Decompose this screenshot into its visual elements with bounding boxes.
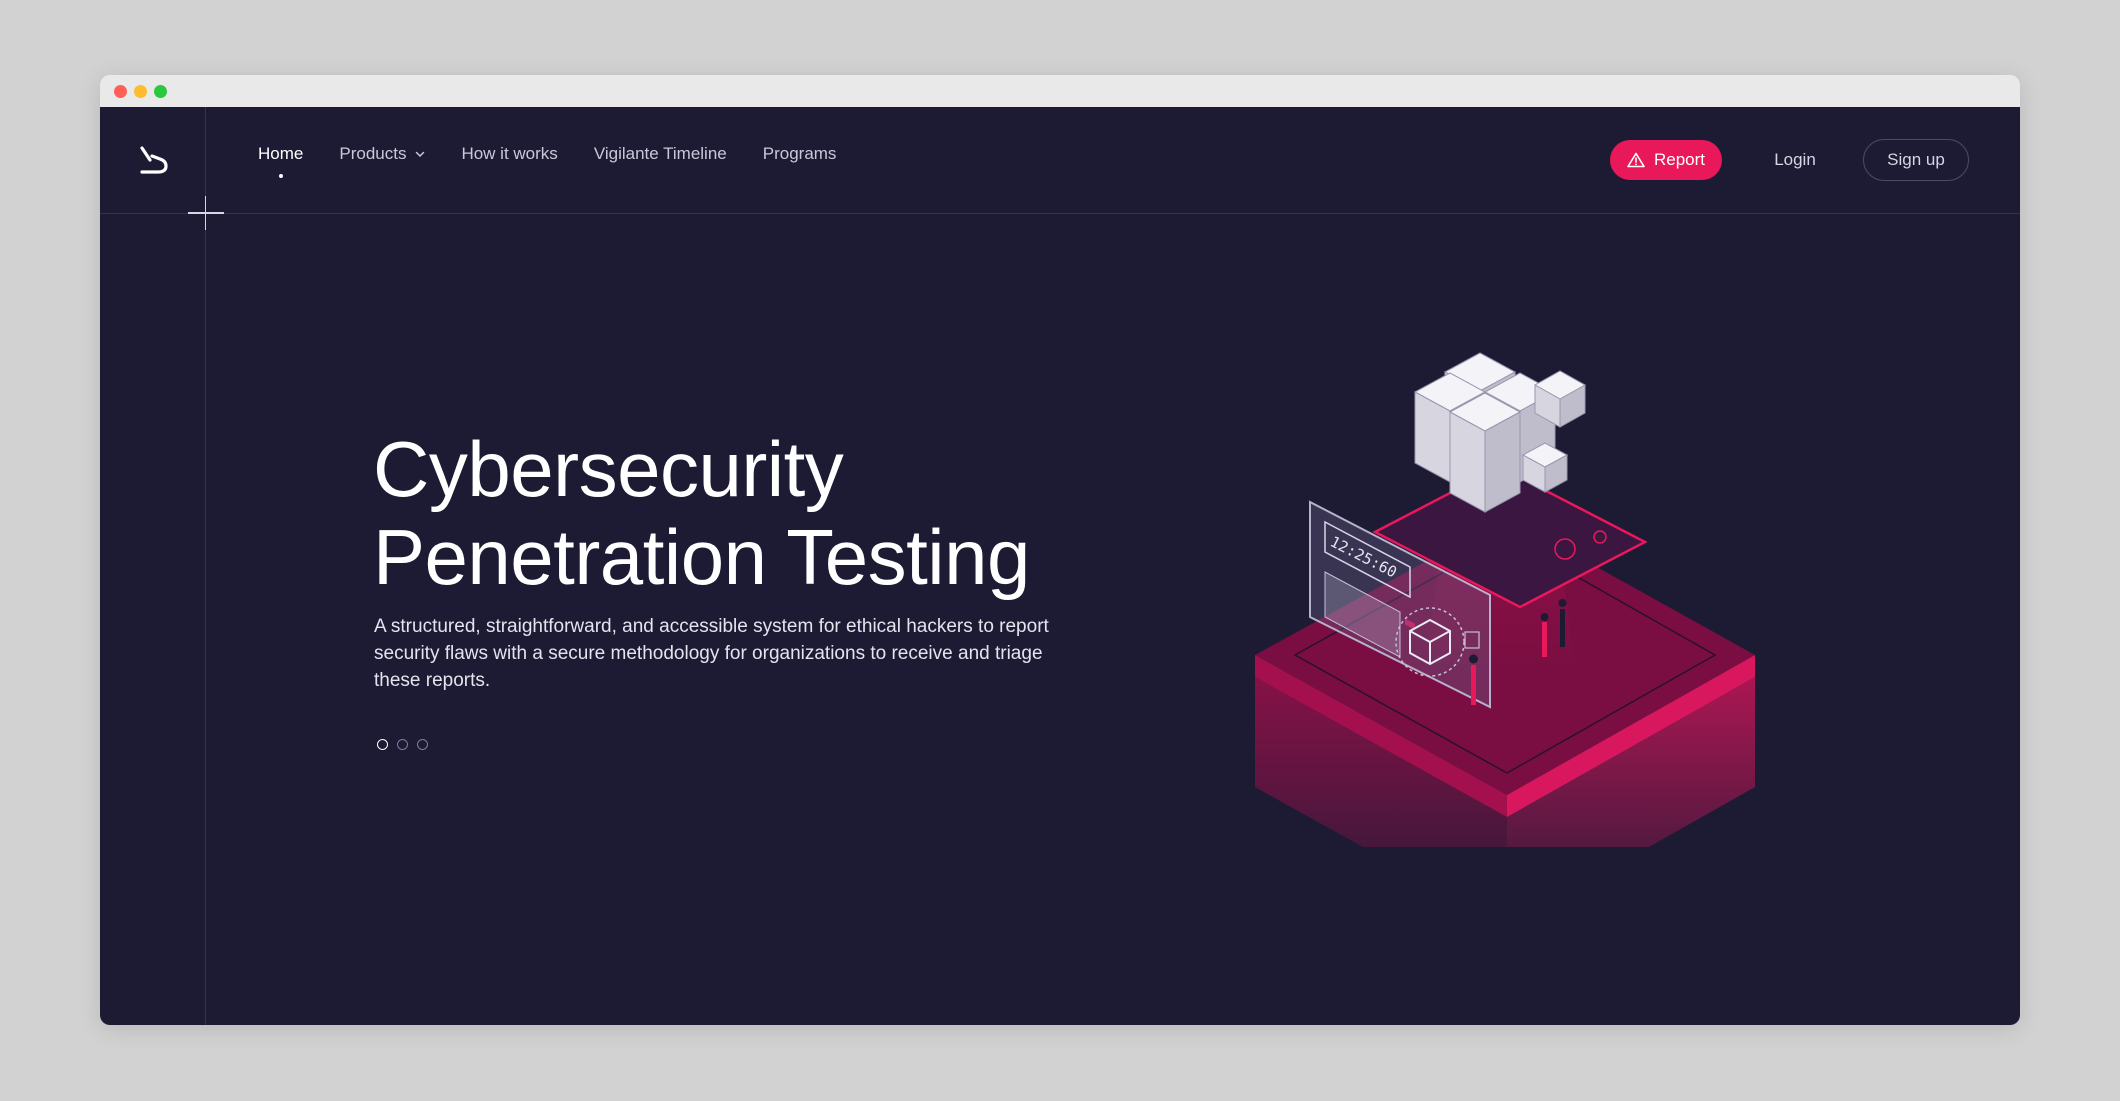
main-nav: Home Products How it works Vigilante Tim… xyxy=(258,107,872,213)
grid-divider-vertical xyxy=(205,107,206,1025)
hero-title: Cybersecurity Penetration Testing xyxy=(373,425,1030,601)
login-button[interactable]: Login xyxy=(1750,140,1840,180)
nav-item-home[interactable]: Home xyxy=(258,144,303,178)
report-button-label: Report xyxy=(1653,150,1706,169)
close-window-button[interactable] xyxy=(114,85,127,98)
signup-button[interactable]: Sign up xyxy=(1863,139,1969,181)
nav-item-programs[interactable]: Programs xyxy=(763,144,837,164)
report-button[interactable]: Report xyxy=(1610,140,1722,180)
chevron-down-icon xyxy=(416,151,425,158)
nav-item-vigilante-timeline[interactable]: Vigilante Timeline xyxy=(594,144,727,164)
nav-item-label: Products xyxy=(339,144,407,163)
browser-window: Home Products How it works Vigilante Tim… xyxy=(100,75,2020,1025)
hero-description: A structured, straightforward, and acces… xyxy=(374,616,1049,691)
maximize-window-button[interactable] xyxy=(154,85,167,98)
landing-page: Home Products How it works Vigilante Tim… xyxy=(100,107,2020,1025)
crosshair-mark xyxy=(204,196,206,230)
window-titlebar xyxy=(100,75,2020,107)
slide-pager xyxy=(377,739,437,750)
hero-title-line: Cybersecurity xyxy=(373,425,844,513)
minimize-window-button[interactable] xyxy=(134,85,147,98)
slide-dot-1[interactable] xyxy=(377,739,388,750)
crosshair-mark xyxy=(188,212,224,214)
warning-triangle-icon xyxy=(1627,152,1645,168)
logo-icon[interactable] xyxy=(136,143,170,179)
slide-dot-3[interactable] xyxy=(417,739,428,750)
slide-dot-2[interactable] xyxy=(397,739,408,750)
nav-item-how-it-works[interactable]: How it works xyxy=(461,144,557,164)
isometric-security-illustration: 12:25:60 xyxy=(1255,352,1755,847)
hero-title-line: Penetration Testing xyxy=(373,513,1030,601)
nav-item-products[interactable]: Products xyxy=(339,144,425,164)
header-divider xyxy=(100,213,2020,214)
